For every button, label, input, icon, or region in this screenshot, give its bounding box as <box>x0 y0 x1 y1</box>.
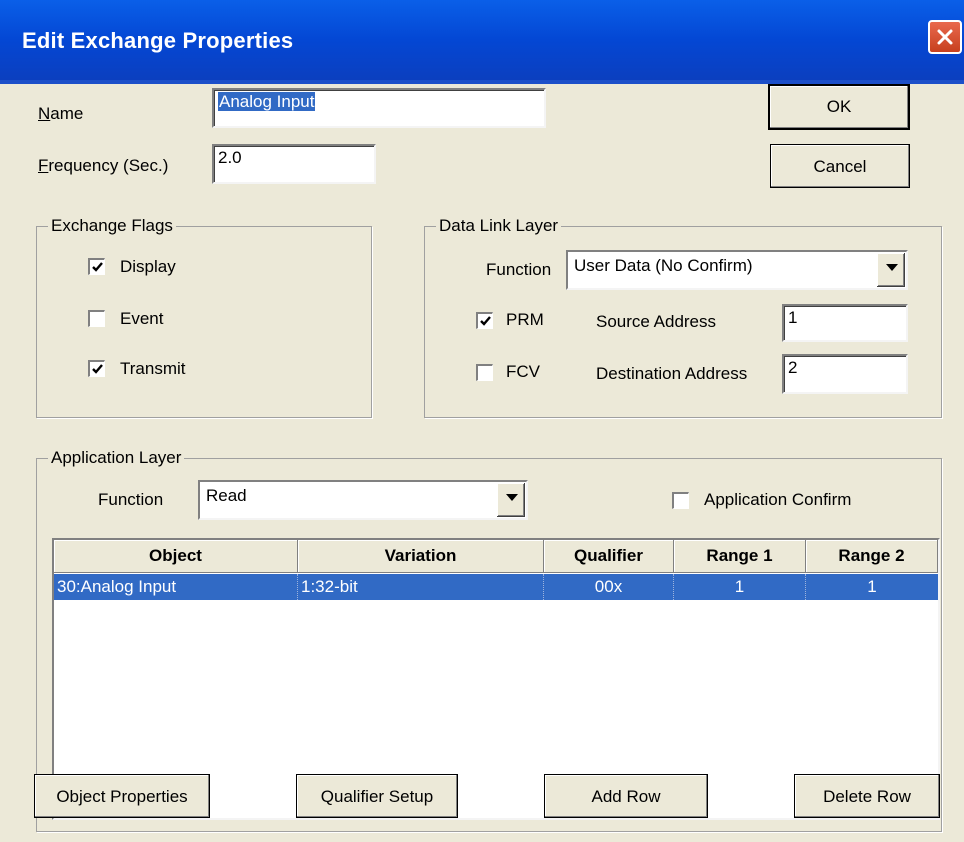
frequency-label: Frequency (Sec.) <box>38 156 169 175</box>
frequency-input-value: 2.0 <box>218 148 242 167</box>
source-address-value: 1 <box>788 308 798 327</box>
transmit-checkbox[interactable] <box>88 360 105 377</box>
event-checkbox[interactable] <box>88 310 105 327</box>
name-input[interactable]: Analog Input <box>212 88 546 128</box>
event-label[interactable]: Event <box>120 309 163 329</box>
prm-label[interactable]: PRM <box>506 310 544 330</box>
column-header-object[interactable]: Object <box>54 540 298 573</box>
ok-button[interactable]: OK <box>768 84 910 130</box>
display-checkbox[interactable] <box>88 258 105 275</box>
fcv-checkbox[interactable] <box>476 364 493 381</box>
close-button[interactable] <box>928 20 962 54</box>
application-confirm-checkbox[interactable] <box>672 492 689 509</box>
source-address-input[interactable]: 1 <box>782 304 908 342</box>
object-properties-button[interactable]: Object Properties <box>34 774 210 818</box>
application-layer-title: Application Layer <box>48 448 185 468</box>
cancel-button[interactable]: Cancel <box>770 144 910 188</box>
app-function-label: Function <box>98 490 164 509</box>
display-label[interactable]: Display <box>120 257 176 277</box>
chevron-down-icon <box>506 494 518 501</box>
exchange-flags-group <box>36 226 372 418</box>
checkmark-icon <box>480 316 491 326</box>
cell-range1: 1 <box>674 574 806 600</box>
chevron-down-icon <box>886 264 898 271</box>
qualifier-setup-button[interactable]: Qualifier Setup <box>296 774 458 818</box>
app-function-select[interactable]: Read <box>198 480 528 520</box>
cell-variation: 1:32-bit <box>298 574 544 600</box>
cell-object: 30:Analog Input <box>54 574 298 600</box>
data-link-layer-title: Data Link Layer <box>436 216 562 236</box>
cell-range2: 1 <box>867 577 877 596</box>
exchange-flags-title: Exchange Flags <box>48 216 176 236</box>
destination-address-label: Destination Address <box>596 364 748 383</box>
column-header-range2[interactable]: Range 2 <box>806 540 938 573</box>
column-header-range1[interactable]: Range 1 <box>674 540 806 573</box>
dll-function-dropdown-button[interactable] <box>877 253 905 287</box>
delete-row-button[interactable]: Delete Row <box>794 774 940 818</box>
name-input-value: Analog Input <box>218 92 316 111</box>
transmit-label[interactable]: Transmit <box>120 359 186 379</box>
add-row-button[interactable]: Add Row <box>544 774 708 818</box>
app-function-value: Read <box>206 486 247 505</box>
title-bar[interactable]: Edit Exchange Properties <box>0 0 964 84</box>
name-label: Name <box>38 104 84 123</box>
dll-function-select[interactable]: User Data (No Confirm) <box>566 250 908 290</box>
close-icon <box>937 29 953 45</box>
dll-function-value: User Data (No Confirm) <box>574 256 753 275</box>
app-function-dropdown-button[interactable] <box>497 483 525 517</box>
dll-function-label: Function <box>486 260 552 279</box>
checkmark-icon <box>92 364 103 374</box>
destination-address-value: 2 <box>788 358 798 377</box>
application-confirm-label[interactable]: Application Confirm <box>704 490 851 510</box>
cell-qualifier: 00x <box>544 574 674 600</box>
prm-checkbox[interactable] <box>476 312 493 329</box>
column-header-variation[interactable]: Variation <box>298 540 544 573</box>
frequency-input[interactable]: 2.0 <box>212 144 376 184</box>
destination-address-input[interactable]: 2 <box>782 354 908 394</box>
dialog-body: Name Analog Input Frequency (Sec.) 2.0 O… <box>0 84 964 842</box>
checkmark-icon <box>92 262 103 272</box>
window-title: Edit Exchange Properties <box>22 28 294 53</box>
column-header-qualifier[interactable]: Qualifier <box>544 540 674 573</box>
source-address-label: Source Address <box>596 312 717 331</box>
fcv-label[interactable]: FCV <box>506 362 540 382</box>
table-row[interactable]: 30:Analog Input 1:32-bit 00x 1 1 <box>54 574 938 600</box>
